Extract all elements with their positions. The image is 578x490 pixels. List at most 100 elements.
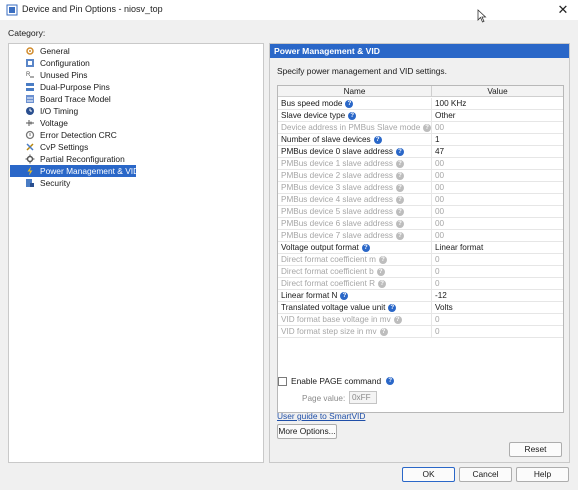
- general-icon: [26, 47, 34, 55]
- table-row: Direct format coefficient R? 0: [278, 278, 563, 290]
- help-icon: ?: [378, 255, 387, 264]
- tree-item-configuration[interactable]: Configuration: [10, 57, 263, 69]
- help-icon: ?: [395, 195, 404, 204]
- io-timing-icon: [26, 107, 34, 115]
- row-value[interactable]: Linear format: [433, 242, 563, 253]
- table-row: Device address in PMBus Slave mode? 00: [278, 122, 563, 134]
- tree-item-label: Partial Reconfiguration: [40, 154, 125, 164]
- row-value[interactable]: Other: [433, 110, 563, 121]
- panel-header: Power Management & VID: [270, 44, 569, 58]
- row-name: Slave device type?: [278, 110, 432, 121]
- category-tree[interactable]: General Configuration R Unused Pins Dual…: [8, 43, 264, 463]
- row-name: PMBus device 6 slave address?: [278, 218, 432, 229]
- board-trace-model-icon: [26, 95, 34, 103]
- page-value-input[interactable]: 0xFF: [349, 391, 377, 404]
- help-icon: ?: [395, 183, 404, 192]
- row-value: 0: [435, 315, 440, 324]
- tree-item-board-trace-model[interactable]: Board Trace Model: [10, 93, 263, 105]
- row-name: Direct format coefficient m?: [278, 254, 432, 265]
- row-name: PMBus device 1 slave address?: [278, 158, 432, 169]
- help-icon[interactable]: ?: [386, 377, 395, 385]
- window-title: Device and Pin Options - niosv_top: [22, 4, 163, 14]
- tree-item-label: Security: [40, 178, 71, 188]
- cvp-settings-icon: [26, 143, 34, 151]
- table-row[interactable]: Slave device type? Other: [278, 110, 563, 122]
- help-icon[interactable]: ?: [361, 243, 370, 252]
- table-row[interactable]: Number of slave devices? 1: [278, 134, 563, 146]
- help-button[interactable]: Help: [516, 467, 569, 482]
- row-value[interactable]: 1: [433, 134, 563, 145]
- row-value[interactable]: Volts: [433, 302, 563, 313]
- tree-item-label: Dual-Purpose Pins: [40, 82, 110, 92]
- table-row: PMBus device 6 slave address? 00: [278, 218, 563, 230]
- table-row[interactable]: Linear format N? -12: [278, 290, 563, 302]
- tree-item-general[interactable]: General: [10, 45, 263, 57]
- table-row: PMBus device 3 slave address? 00: [278, 182, 563, 194]
- help-icon: ?: [376, 267, 385, 276]
- ok-button[interactable]: OK: [402, 467, 455, 482]
- tree-item-label: General: [40, 46, 70, 56]
- row-value: 0: [435, 327, 440, 336]
- table-row: PMBus device 4 slave address? 00: [278, 194, 563, 206]
- table-row: Direct format coefficient m? 0: [278, 254, 563, 266]
- error-detection-crc-icon: [25, 130, 35, 140]
- close-button[interactable]: ✕: [556, 3, 570, 17]
- row-value: 0: [435, 255, 440, 264]
- tree-item-security[interactable]: Security: [10, 177, 263, 189]
- enable-page-command-row[interactable]: Enable PAGE command ?: [278, 375, 395, 387]
- cancel-button[interactable]: Cancel: [459, 467, 512, 482]
- tree-item-error-detection-crc[interactable]: Error Detection CRC: [10, 129, 263, 141]
- help-icon[interactable]: ?: [345, 99, 354, 108]
- tree-item-partial-reconfiguration[interactable]: Partial Reconfiguration: [10, 153, 263, 165]
- tree-item-power-management[interactable]: Power Management & VID: [10, 165, 139, 177]
- tree-item-label: I/O Timing: [40, 106, 79, 116]
- tree-item-voltage[interactable]: Voltage: [10, 117, 263, 129]
- table-row: PMBus device 1 slave address? 00: [278, 158, 563, 170]
- row-value[interactable]: 47: [433, 146, 563, 157]
- column-header-name[interactable]: Name: [278, 86, 432, 97]
- row-name: PMBus device 2 slave address?: [278, 170, 432, 181]
- row-value[interactable]: -12: [433, 290, 563, 301]
- tree-item-dual-purpose-pins[interactable]: Dual-Purpose Pins: [10, 81, 263, 93]
- row-value: 00: [435, 183, 445, 192]
- more-options-button[interactable]: More Options...: [277, 424, 337, 439]
- reset-button[interactable]: Reset: [509, 442, 562, 457]
- table-row[interactable]: Translated voltage value unit? Volts: [278, 302, 563, 314]
- smartvid-guide-link[interactable]: User guide to SmartVID: [277, 411, 365, 421]
- help-icon[interactable]: ?: [373, 135, 382, 144]
- help-icon: ?: [395, 159, 404, 168]
- help-icon[interactable]: ?: [348, 111, 357, 120]
- tree-item-label: Unused Pins: [40, 70, 88, 80]
- row-value: 00: [435, 195, 445, 204]
- tree-item-cvp-settings[interactable]: CvP Settings: [10, 141, 263, 153]
- tree-item-label: Board Trace Model: [40, 94, 111, 104]
- dual-purpose-pins-icon: [26, 83, 34, 91]
- configuration-icon: [26, 59, 34, 67]
- tree-item-label: Voltage: [40, 118, 68, 128]
- help-icon: ?: [395, 219, 404, 228]
- column-header-value[interactable]: Value: [432, 86, 563, 97]
- row-value[interactable]: 100 KHz: [433, 98, 563, 109]
- tree-item-io-timing[interactable]: I/O Timing: [10, 105, 263, 117]
- help-icon[interactable]: ?: [395, 147, 404, 156]
- table-row: VID format step size in mv? 0: [278, 326, 563, 338]
- table-row[interactable]: Voltage output format? Linear format: [278, 242, 563, 254]
- table-row[interactable]: PMBus device 0 slave address? 47: [278, 146, 563, 158]
- mouse-cursor-icon: [477, 9, 487, 23]
- enable-page-command-checkbox[interactable]: [278, 376, 287, 386]
- power-management-icon: [27, 166, 33, 176]
- table-row[interactable]: Bus speed mode? 100 KHz: [278, 98, 563, 110]
- row-name: PMBus device 5 slave address?: [278, 206, 432, 217]
- table-row: PMBus device 7 slave address? 00: [278, 230, 563, 242]
- table-row: Direct format coefficient b? 0: [278, 266, 563, 278]
- row-value: 00: [435, 171, 445, 180]
- help-icon: ?: [395, 231, 404, 240]
- row-name: VID format base voltage in mv?: [278, 314, 432, 325]
- row-name: Voltage output format?: [278, 242, 432, 253]
- help-icon: ?: [379, 327, 388, 336]
- help-icon[interactable]: ?: [340, 291, 349, 300]
- tree-item-unused-pins[interactable]: R Unused Pins: [10, 69, 263, 81]
- help-icon[interactable]: ?: [388, 303, 397, 312]
- unused-pins-icon: R: [26, 72, 34, 78]
- row-name: Direct format coefficient b?: [278, 266, 432, 277]
